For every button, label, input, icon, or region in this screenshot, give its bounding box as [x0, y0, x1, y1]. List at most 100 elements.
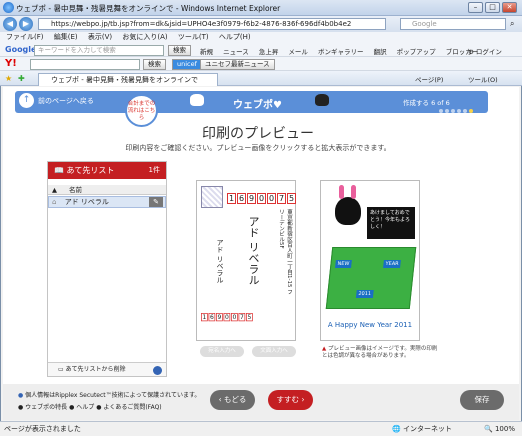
google-login-link[interactable]: ⚙ ログイン: [468, 46, 502, 56]
grass-field: NEW YEAR 2011: [325, 247, 417, 309]
menu-view[interactable]: 表示(V): [88, 33, 112, 41]
address-side-preview[interactable]: 1690075 東京都新宿区百人町一丁目1-15 フリーデンビル5F アド リベ…: [196, 180, 296, 341]
list-item[interactable]: ⌂ アド リベラル ✎: [48, 196, 166, 208]
address-list-header: 📖 あて先リスト 1件: [48, 162, 166, 179]
faq-label: よくあるご質問(FAQ): [103, 404, 162, 411]
unicef-news-button[interactable]: ユニセフ最新ニュース: [200, 59, 275, 70]
step-dots: [439, 107, 475, 115]
stamp-icon: [201, 186, 223, 208]
sender-name: アド リベラル: [216, 239, 224, 284]
search-icon[interactable]: ⌕: [510, 19, 514, 29]
column-header[interactable]: ▲ 名前: [48, 185, 166, 195]
2011-label: 2011: [355, 290, 374, 298]
privacy-text: ● 個人情報はRipplex Secutect™技術によって保護されています。: [18, 390, 200, 399]
maximize-button[interactable]: □: [485, 2, 500, 13]
google-tool-news[interactable]: ニュース: [223, 48, 249, 56]
menu-tools[interactable]: ツール(T): [178, 33, 209, 41]
menu-help[interactable]: ヘルプ(H): [219, 33, 251, 41]
back-link[interactable]: ↑ 前のページへ戻る: [19, 93, 94, 108]
add-favorite-icon[interactable]: ✚: [18, 74, 25, 83]
help-link[interactable]: ● ヘルプ: [69, 404, 94, 411]
back-button-label: もどる: [224, 395, 247, 404]
close-button[interactable]: ✕: [502, 2, 517, 13]
to-address-entry-button[interactable]: 宛名入力へ: [200, 346, 244, 357]
yahoo-search-input[interactable]: [30, 59, 140, 70]
chevron-left-icon: ‹: [218, 395, 222, 404]
tab-active[interactable]: ウェブポ - 暑中見舞・残暑見舞をオンラインで: [38, 73, 218, 86]
recipient-name: アド リベラル: [247, 216, 260, 286]
site-logo: ウェブポ♥: [233, 100, 282, 111]
google-tool-translate[interactable]: 翻訳: [374, 48, 387, 56]
list-item-name: アド リベラル: [64, 198, 109, 206]
next-button-label: すすむ: [276, 395, 300, 404]
menu-file[interactable]: ファイル(F): [6, 33, 44, 41]
address-list-panel: 📖 あて先リスト 1件 ▲ 名前 ⌂ アド リベラル ✎ ▭ あて先リストから削除: [47, 161, 167, 377]
house-icon: ⌂: [52, 198, 57, 206]
faq-link[interactable]: ● よくあるご質問(FAQ): [96, 404, 161, 411]
edit-icon[interactable]: ✎: [149, 197, 163, 207]
minimize-button[interactable]: –: [468, 2, 483, 13]
delete-label: あて先リストから削除: [65, 366, 126, 373]
new-label: NEW: [335, 260, 352, 268]
zone-label: 🌐 インターネット: [392, 425, 452, 433]
bunny-ear-left: [339, 185, 344, 199]
zone-text: インターネット: [402, 425, 452, 433]
google-tool-gallery[interactable]: ボンギャラリー: [318, 48, 364, 56]
message-side-preview[interactable]: あけましておめでとう！今年もよろしく！ NEW YEAR 2011 A Happ…: [320, 180, 420, 341]
google-tool-new[interactable]: 新規: [200, 48, 213, 56]
forward-icon[interactable]: ▶: [19, 17, 33, 31]
bunny-character: [335, 197, 361, 225]
delete-from-list[interactable]: ▭ あて先リストから削除: [48, 362, 166, 376]
address-bar: ◀ ▶ https://webpo.jp/tb.jsp?from=dk&jsid…: [0, 16, 522, 32]
sender-zip: 1690075: [201, 313, 253, 322]
to-message-entry-button[interactable]: 文面入力へ: [252, 346, 296, 357]
page-subtitle: 印刷内容をご確認ください。プレビュー画像をクリックすると拡大表示ができます。: [125, 144, 391, 152]
tab-bar: ★ ✚ ウェブポ - 暑中見舞・残暑見舞をオンラインで ページ(P) ツール(O…: [0, 71, 522, 86]
ie-icon: [3, 2, 14, 13]
next-button[interactable]: すすむ ›: [268, 390, 313, 410]
favorites-star-icon[interactable]: ★: [5, 74, 12, 83]
save-button[interactable]: 保存: [460, 390, 504, 410]
yahoo-logo: Y!: [5, 58, 17, 69]
window-title: ウェブポ - 暑中見舞・残暑見舞をオンラインで - Windows Intern…: [16, 4, 281, 13]
footer-links: ● ウェブポの特長 ● ヘルプ ● よくあるご質問(FAQ): [18, 402, 162, 411]
unicef-button[interactable]: unicef: [172, 59, 202, 70]
menu-favorites[interactable]: お気に入り(A): [122, 33, 167, 41]
recipient-zip: 1690075: [227, 193, 296, 204]
dog-icon: [190, 94, 204, 106]
google-tool-trend[interactable]: 急上昇: [259, 48, 279, 56]
yahoo-toolbar: Y! 検索 unicef ユニセフ最新ニュース: [0, 57, 522, 71]
bunny-ear-right: [351, 185, 356, 199]
search-field[interactable]: Google: [400, 18, 506, 30]
column-name: 名前: [69, 186, 82, 194]
login-label: ログイン: [475, 48, 502, 56]
google-tool-popup[interactable]: ポップアップ ブロッカー: [397, 48, 479, 56]
zoom-text: 100%: [494, 425, 515, 433]
up-arrow-icon: ↑: [19, 93, 34, 108]
features-label: ウェブポの特長: [25, 404, 68, 411]
panel-count: 1件: [148, 166, 160, 174]
greeting-text: A Happy New Year 2011: [327, 321, 413, 329]
google-tool-mail[interactable]: メール: [288, 48, 308, 56]
s-icon: [153, 366, 162, 375]
yahoo-search-button[interactable]: 検索: [143, 59, 166, 70]
menu-edit[interactable]: 編集(E): [54, 33, 78, 41]
chevron-right-icon: ›: [301, 395, 305, 404]
url-field[interactable]: https://webpo.jp/tb.jsp?from=dk&jsid=UPH…: [38, 18, 386, 30]
page-menu[interactable]: ページ(P): [415, 74, 443, 84]
note-text: プレビュー画像はイメージです。実際の印刷とは色調が異なる場合があります。: [322, 346, 438, 359]
shield-icon: ●: [18, 392, 24, 399]
year-label: YEAR: [383, 260, 402, 268]
preview-note: ▲ プレビュー画像はイメージです。実際の印刷とは色調が異なる場合があります。: [322, 346, 442, 360]
speech-bubble: あけましておめでとう！今年もよろしく！: [367, 207, 415, 239]
back-icon[interactable]: ◀: [3, 17, 17, 31]
google-toolbar: Google キーワードを入力して検索 検索 新規 ニュース 急上昇 メール ボ…: [0, 43, 522, 57]
recipient-address: 東京都新宿区百人町一丁目1-15 フリーデンビル5F: [278, 209, 292, 295]
tools-menu[interactable]: ツール(O): [468, 74, 498, 84]
google-search-button[interactable]: 検索: [168, 45, 191, 56]
google-search-input[interactable]: キーワードを入力して検索: [34, 45, 164, 56]
page-title: 印刷のプレビュー: [202, 126, 314, 142]
back-button[interactable]: ‹ もどる: [210, 390, 255, 410]
features-link[interactable]: ● ウェブポの特長: [18, 404, 67, 411]
zoom-control[interactable]: 🔍 100%: [484, 422, 515, 436]
